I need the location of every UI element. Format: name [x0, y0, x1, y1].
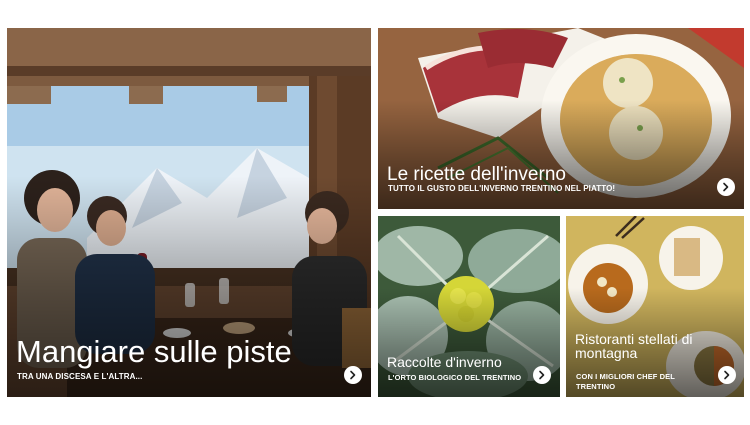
card-subtitle: L'ORTO BIOLOGICO DEL TRENTINO	[388, 372, 522, 382]
card-mangiare-sulle-piste[interactable]: Mangiare sulle piste TRA UNA DISCESA E L…	[7, 28, 371, 397]
card-raccolte-inverno[interactable]: Raccolte d'inverno L'ORTO BIOLOGICO DEL …	[378, 216, 560, 397]
card-subtitle: TUTTO IL GUSTO DELL'INVERNO TRENTINO NEL…	[388, 184, 616, 193]
card-title: Raccolte d'inverno	[387, 354, 502, 371]
card-title: Mangiare sulle piste	[16, 334, 292, 370]
card-subtitle: TRA UNA DISCESA E L'ALTRA...	[17, 372, 143, 381]
card-title: Le ricette dell'inverno	[387, 164, 566, 186]
arrow-right-icon[interactable]	[718, 366, 736, 384]
card-title: Ristoranti stellati di montagna	[575, 330, 693, 362]
card-ricette-inverno[interactable]: Le ricette dell'inverno TUTTO IL GUSTO D…	[378, 28, 744, 209]
card-subtitle: CON I MIGLIORI CHEF DEL TRENTINO	[576, 372, 675, 391]
arrow-right-icon[interactable]	[533, 366, 551, 384]
card-ristoranti-stellati[interactable]: Ristoranti stellati di montagna CON I MI…	[566, 216, 744, 397]
arrow-right-icon[interactable]	[344, 366, 362, 384]
arrow-right-icon[interactable]	[717, 178, 735, 196]
